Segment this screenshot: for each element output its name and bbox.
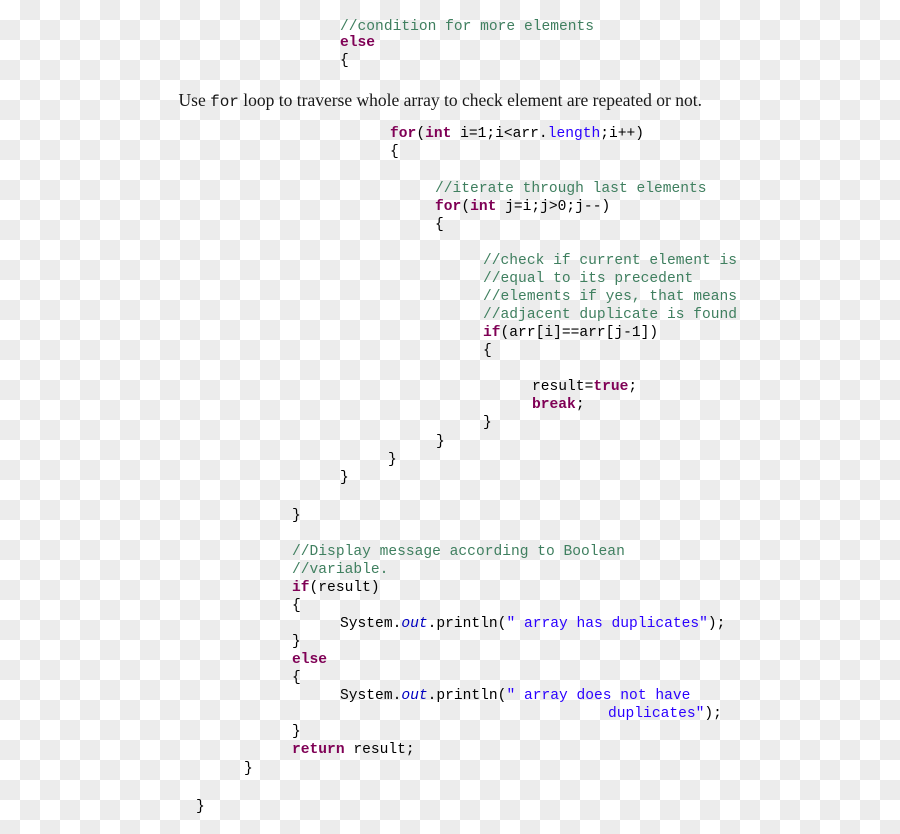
brace-glyph: } [340,470,349,486]
brace-glyph: { [340,53,349,69]
comment-text: //condition for more elements [340,19,595,35]
method-println: .println( [427,616,507,632]
brace-glyph: { [483,343,492,359]
code-line-close-brace-3: } [401,415,445,469]
code-line-break: break; [497,378,585,432]
loop-init-expression: i=1;i<arr. [451,126,548,142]
punct-open-paren: ( [461,199,471,215]
code-line-return: return result; [257,723,415,777]
brace-glyph: } [196,799,205,815]
brace-glyph: { [292,598,301,614]
code-line-close-method-brace: } [209,742,253,796]
code-line-close-brace-2: } [353,433,397,487]
prose-text-before: Use [178,90,211,110]
code-line-close-brace-1: } [305,451,349,505]
brace-glyph: { [390,144,399,160]
brace-glyph: { [435,217,444,233]
keyword-return: return [292,742,345,758]
brace-glyph: { [292,670,301,686]
brace-glyph: } [244,761,253,777]
if-condition-expression: (result) [309,580,380,596]
punct-semicolon: ; [575,397,585,413]
punct-close-statement: ); [704,706,722,722]
code-line-close-brace-4: } [448,396,492,450]
field-out: out [401,616,428,632]
loop-increment-expression: ;i++) [600,126,645,142]
keyword-true: true [593,379,629,395]
brace-glyph: } [483,415,492,431]
code-line-open-brace-4: { [448,324,492,378]
inner-loop-expression: j=i;j>0;j--) [496,199,611,215]
method-println: .println( [427,688,507,704]
string-literal-no-duplicates-part2: duplicates" [608,706,705,722]
code-line-open-brace-3: { [400,198,444,252]
brace-glyph: } [388,452,397,468]
punct-open-paren: ( [416,126,426,142]
code-line-open-brace-6: { [257,651,301,705]
return-value-result: result; [344,742,415,758]
string-literal-has-duplicates: " array has duplicates" [506,616,708,632]
code-line-println-continuation: duplicates"); [573,687,722,741]
field-out: out [401,688,428,704]
code-line-println-has-duplicates: System.out.println(" array has duplicate… [305,597,725,651]
code-snippet-canvas: //condition for more elements else { Use… [0,0,900,820]
class-system: System. [340,616,402,632]
keyword-int: int [470,199,497,215]
prose-mono-keyword: for [210,93,239,111]
brace-glyph: } [292,508,301,524]
keyword-break: break [532,397,576,413]
if-condition-expression: (arr[i]==arr[j-1]) [500,325,659,341]
code-line-close-class-brace: } [161,780,205,834]
brace-glyph: } [436,434,445,450]
punct-close-statement: ); [707,616,726,632]
code-line-open-brace-2: { [355,125,399,179]
class-system: System. [340,688,402,704]
field-length: length [547,126,601,142]
keyword-int: int [425,126,452,142]
punct-semicolon: ; [628,379,638,395]
